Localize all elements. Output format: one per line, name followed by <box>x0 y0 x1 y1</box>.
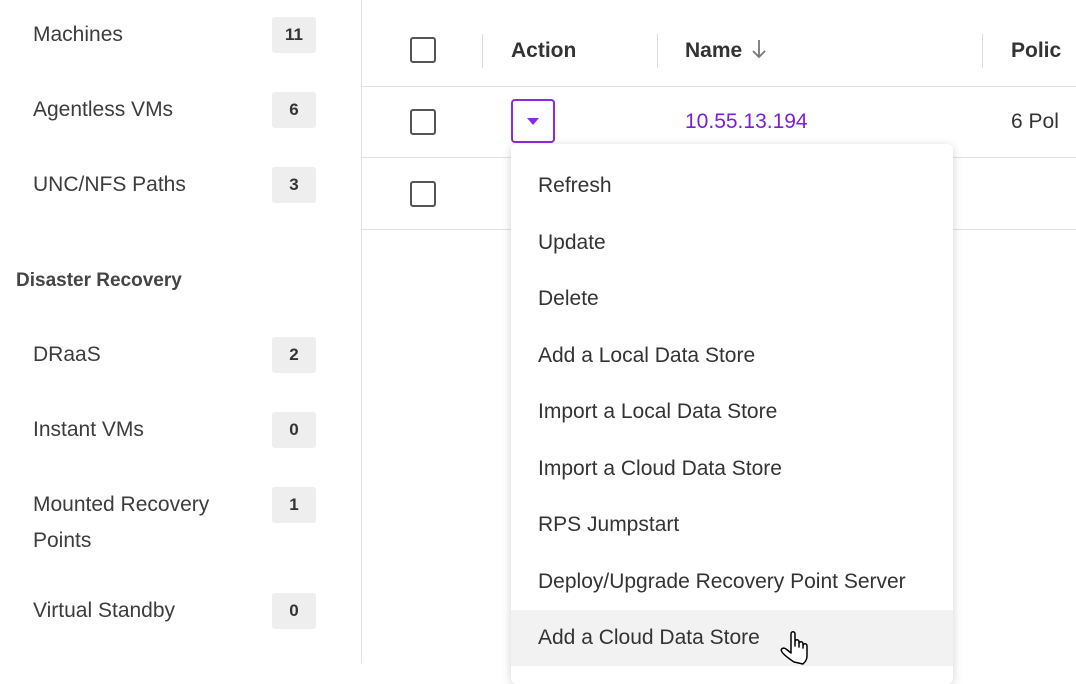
column-header-policy[interactable]: Polic <box>1011 36 1061 66</box>
sidebar: Machines 11 Agentless VMs 6 UNC/NFS Path… <box>0 0 362 663</box>
sidebar-item-label: Instant VMs <box>33 418 144 441</box>
menu-item-update[interactable]: Update <box>511 215 953 271</box>
count-badge: 3 <box>272 167 316 203</box>
sidebar-item-unc-nfs-paths[interactable]: UNC/NFS Paths 3 <box>33 167 333 203</box>
column-header-name-label: Name <box>685 39 743 62</box>
row-checkbox[interactable] <box>410 109 436 135</box>
table-header-row: Action Name Polic <box>362 0 1076 87</box>
sidebar-item-label: Machines <box>33 23 123 46</box>
count-badge: 0 <box>272 593 316 629</box>
row-name-link[interactable]: 10.55.13.194 <box>685 107 808 137</box>
sidebar-item-mounted-recovery-points[interactable]: Mounted Recovery Points 1 <box>33 487 333 559</box>
sidebar-item-machines[interactable]: Machines 11 <box>33 17 333 53</box>
hand-cursor-icon <box>780 631 808 665</box>
action-dropdown-button[interactable] <box>511 99 555 143</box>
menu-item-deploy-upgrade-rps[interactable]: Deploy/Upgrade Recovery Point Server <box>511 554 953 610</box>
menu-item-delete[interactable]: Delete <box>511 271 953 327</box>
sidebar-item-instant-vms[interactable]: Instant VMs 0 <box>33 412 333 448</box>
row-policy: 6 Pol <box>1011 110 1059 133</box>
row-checkbox[interactable] <box>410 181 436 207</box>
caret-down-icon <box>527 118 539 125</box>
column-divider <box>482 34 483 68</box>
count-badge: 6 <box>272 92 316 128</box>
select-all-checkbox[interactable] <box>410 37 436 63</box>
sidebar-item-agentless-vms[interactable]: Agentless VMs 6 <box>33 92 333 128</box>
count-badge: 11 <box>272 17 316 53</box>
menu-item-rps-jumpstart[interactable]: RPS Jumpstart <box>511 497 953 553</box>
menu-item-add-local-data-store[interactable]: Add a Local Data Store <box>511 328 953 384</box>
column-divider <box>657 34 658 68</box>
sidebar-item-draas[interactable]: DRaaS 2 <box>33 337 333 373</box>
action-menu: Refresh Update Delete Add a Local Data S… <box>511 144 953 684</box>
menu-item-import-local-data-store[interactable]: Import a Local Data Store <box>511 384 953 440</box>
count-badge: 0 <box>272 412 316 448</box>
sort-down-arrow-icon <box>752 40 766 59</box>
menu-item-import-cloud-data-store[interactable]: Import a Cloud Data Store <box>511 441 953 497</box>
count-badge: 2 <box>272 337 316 373</box>
menu-item-refresh[interactable]: Refresh <box>511 158 953 214</box>
column-divider <box>982 34 983 68</box>
count-badge: 1 <box>272 487 316 523</box>
sidebar-item-label: Mounted Recovery Points <box>33 493 210 552</box>
sidebar-item-label: Virtual Standby <box>33 599 176 622</box>
sidebar-item-virtual-standby[interactable]: Virtual Standby 0 <box>33 593 333 629</box>
column-header-action[interactable]: Action <box>511 36 576 66</box>
section-heading-disaster-recovery: Disaster Recovery <box>16 270 182 291</box>
menu-item-add-cloud-data-store[interactable]: Add a Cloud Data Store <box>511 610 953 666</box>
sidebar-item-label: DRaaS <box>33 343 101 366</box>
sidebar-item-label: UNC/NFS Paths <box>33 173 186 196</box>
sidebar-item-label: Agentless VMs <box>33 98 174 121</box>
column-header-name[interactable]: Name <box>685 36 768 66</box>
